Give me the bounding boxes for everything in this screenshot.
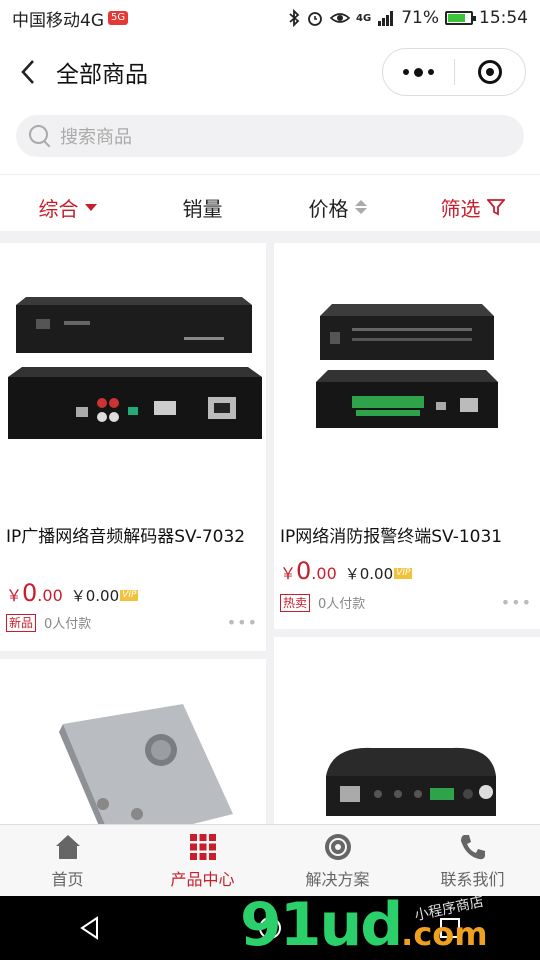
search-placeholder: 搜索商品 [60,127,132,148]
sort-arrows-icon [354,200,367,214]
alarm-icon [308,12,322,26]
back-button[interactable] [0,44,56,100]
price-integer: 0 [296,557,312,585]
vip-price: ￥0.00 VIP [71,585,139,606]
price: ￥0.00 [280,557,337,585]
more-options-icon[interactable]: ••• [501,593,532,612]
product-tag-badge: 热卖 [280,593,311,612]
sort-label: 价格 [308,196,349,221]
product-image [274,243,540,511]
search-input[interactable]: 搜索商品 [16,115,524,157]
caret-down-icon [84,203,97,211]
more-dots-icon [402,67,434,77]
meta-row: 热卖 0人付款 ••• [280,593,532,612]
miniprogram-capsule [382,48,526,96]
search-area: 搜索商品 [0,108,540,164]
product-image [274,637,540,824]
vip-badge: VIP [120,590,139,601]
tab-label: 首页 [51,869,84,889]
more-options-icon[interactable]: ••• [227,613,258,632]
price-decimal: .00 [37,586,63,605]
battery-percent: 71% [401,8,439,28]
watermark-main: 91ud [240,890,403,960]
fire-alarm-terminal-image [316,304,498,428]
sort-price[interactable]: 价格 [270,193,405,222]
network-type: 4G [356,12,372,24]
clock: 15:54 [479,8,528,28]
tab-solutions[interactable]: 解决方案 [270,825,405,896]
sold-count: 0人付款 [318,597,366,612]
product-tag-badge: 新品 [6,613,37,632]
close-miniprogram-button[interactable] [455,49,526,95]
price-row: ￥0.00 ￥0.00 VIP [280,557,413,585]
status-right: 4G 71% 15:54 [288,8,528,28]
sort-filter[interactable]: 筛选 [405,193,540,222]
tab-bar: 首页 产品中心 解决方案 联系我们 [0,824,540,896]
product-card[interactable] [0,659,266,824]
phone-icon [460,834,485,859]
tab-contact[interactable]: 联系我们 [405,825,540,896]
carrier-badge: 5G [108,11,129,25]
sold-count: 0人付款 [44,617,92,632]
target-icon [477,60,502,84]
chevron-left-icon [21,60,34,84]
tab-products[interactable]: 产品中心 [135,825,270,896]
grid-icon [189,833,216,860]
product-card[interactable] [274,637,540,824]
network-module-image [326,747,496,816]
signal-icon [378,11,394,26]
product-image [0,659,266,824]
meta-row: 新品 0人付款 ••• [6,613,258,632]
tab-label: 联系我们 [440,869,505,889]
price-integer: 0 [22,579,38,607]
vip-price: ￥0.00 VIP [345,563,413,584]
currency-symbol: ￥ [280,564,297,583]
sort-sales[interactable]: 销量 [135,193,270,222]
more-menu-button[interactable] [383,49,454,95]
watermark-suffix: .com [401,915,488,953]
intercom-panel-image [59,704,233,824]
product-name[interactable]: IP广播网络音频解码器SV-7032 [6,525,260,549]
vip-badge: VIP [394,568,413,579]
sort-label: 综合 [38,196,79,221]
vip-price-value: ￥0.00 [70,587,120,605]
bluetooth-icon [289,9,300,27]
status-bar: 中国移动4G 5G 4G 71% 15:54 [0,0,540,36]
product-card[interactable]: IP广播网络音频解码器SV-7032 ￥0.00 ￥0.00 VIP 新品 0人付… [0,243,266,651]
product-name[interactable]: IP网络消防报警终端SV-1031 [280,525,534,549]
eye-icon [330,13,351,23]
page-title: 全部商品 [56,62,148,88]
sort-label: 筛选 [440,196,481,221]
filter-icon [486,199,505,216]
tab-home[interactable]: 首页 [0,825,135,896]
carrier-name: 中国移动4G [12,10,104,31]
tab-label: 解决方案 [305,869,370,889]
disc-icon [324,833,351,860]
vip-price-value: ￥0.00 [344,565,394,583]
status-left: 中国移动4G 5G [12,6,129,31]
nav-back-icon[interactable] [77,915,103,941]
product-grid: IP广播网络音频解码器SV-7032 ￥0.00 ￥0.00 VIP 新品 0人付… [0,231,540,824]
audio-decoder-image [8,297,262,439]
currency-symbol: ￥ [6,586,23,605]
product-card[interactable]: IP网络消防报警终端SV-1031 ￥0.00 ￥0.00 VIP 热卖 0人付款… [274,243,540,629]
sort-comprehensive[interactable]: 综合 [0,193,135,222]
price: ￥0.00 [6,579,63,607]
product-image [0,243,266,511]
battery-icon [445,11,476,25]
nav-bar: 全部商品 [0,36,540,108]
search-icon [28,124,52,148]
tab-label: 产品中心 [170,869,235,889]
price-decimal: .00 [311,564,337,583]
sort-label: 销量 [182,196,223,221]
home-icon [55,834,80,859]
price-row: ￥0.00 ￥0.00 VIP [6,579,139,607]
